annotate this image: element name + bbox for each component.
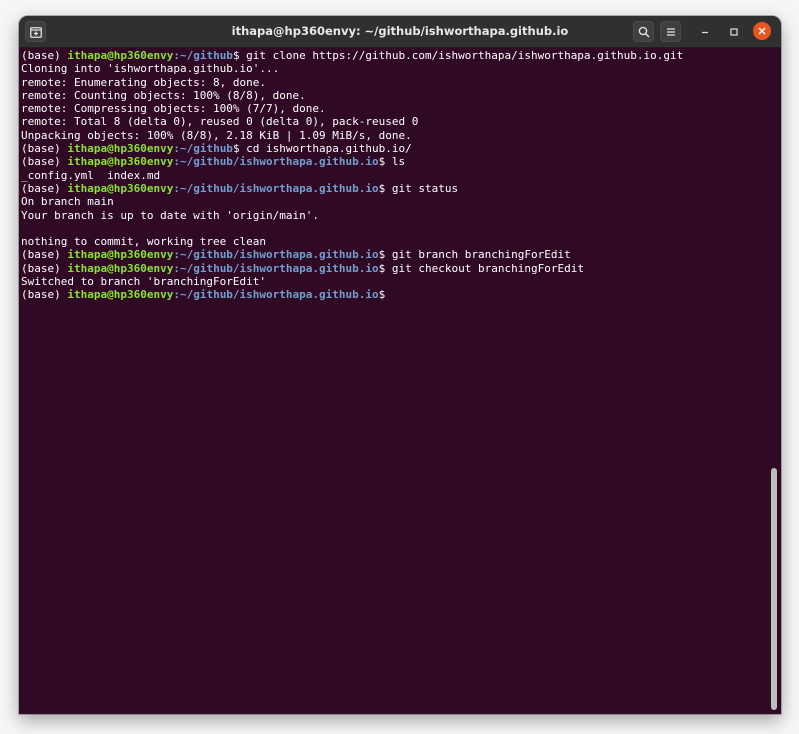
- menu-button[interactable]: [660, 21, 681, 42]
- prompt-path: ~/github/ishworthapa.github.io: [179, 181, 379, 195]
- maximize-icon: [729, 27, 738, 36]
- prompt-path: ~/github/ishworthapa.github.io: [179, 155, 379, 169]
- prompt-path: ~/github: [179, 142, 233, 156]
- prompt-user-host: ithapa@hp360envy: [67, 181, 174, 195]
- prompt-line: (base) ithapa@hp360envy:~/github/ishwort…: [21, 248, 781, 261]
- output-line: On branch main: [21, 195, 114, 209]
- close-icon: [758, 27, 766, 35]
- prompt-command: $ git branch branchingForEdit: [378, 248, 571, 262]
- prompt-line: (base) ithapa@hp360envy:~/github/ishwort…: [21, 155, 781, 168]
- output-line: Switched to branch 'branchingForEdit': [21, 275, 267, 289]
- prompt-prefix: (base): [21, 155, 68, 169]
- prompt-separator: :: [173, 288, 180, 302]
- prompt-prefix: (base): [21, 142, 68, 156]
- prompt-prefix: (base): [21, 181, 68, 195]
- close-button[interactable]: [753, 22, 771, 40]
- prompt-user-host: ithapa@hp360envy: [67, 49, 174, 62]
- prompt-path: ~/github/ishworthapa.github.io: [179, 248, 379, 262]
- prompt-separator: :: [173, 142, 180, 156]
- prompt-prefix: (base): [21, 288, 68, 302]
- search-button[interactable]: [633, 21, 654, 42]
- new-tab-button[interactable]: [25, 21, 46, 42]
- output-line: remote: Compressing objects: 100% (7/7),…: [21, 102, 326, 116]
- terminal-output[interactable]: (base) ithapa@hp360envy:~/github$ git cl…: [19, 48, 781, 714]
- prompt-user-host: ithapa@hp360envy: [67, 288, 174, 302]
- output-line: _config.yml index.md: [21, 168, 161, 182]
- prompt-separator: :: [173, 155, 180, 169]
- prompt-path: ~/github/ishworthapa.github.io: [179, 261, 379, 275]
- prompt-line: (base) ithapa@hp360envy:~/github$ git cl…: [21, 49, 781, 62]
- minimize-icon: [701, 31, 708, 33]
- output-line: remote: Enumerating objects: 8, done.: [21, 75, 267, 89]
- prompt-path: ~/github: [179, 49, 233, 62]
- prompt-command: $ git status: [378, 181, 459, 195]
- output-line: Unpacking objects: 100% (8/8), 2.18 KiB …: [21, 128, 412, 142]
- prompt-path: ~/github/ishworthapa.github.io: [179, 288, 379, 302]
- maximize-button[interactable]: [723, 21, 744, 42]
- output-line: Your branch is up to date with 'origin/m…: [21, 208, 320, 222]
- prompt-command: $ cd ishworthapa.github.io/: [232, 142, 412, 156]
- output-line: remote: Total 8 (delta 0), reused 0 (del…: [21, 115, 419, 129]
- prompt-line: (base) ithapa@hp360envy:~/github/ishwort…: [21, 262, 781, 275]
- search-icon: [638, 26, 650, 38]
- prompt-user-host: ithapa@hp360envy: [67, 248, 174, 262]
- title-bar[interactable]: ithapa@hp360envy: ~/github/ishworthapa.g…: [19, 16, 781, 48]
- new-tab-icon: [29, 26, 42, 38]
- minimize-button[interactable]: [694, 21, 715, 42]
- prompt-user-host: ithapa@hp360envy: [67, 261, 174, 275]
- prompt-separator: :: [173, 49, 180, 62]
- prompt-command: $ ls: [378, 155, 406, 169]
- output-line: nothing to commit, working tree clean: [21, 235, 267, 249]
- prompt-prefix: (base): [21, 261, 68, 275]
- prompt-user-host: ithapa@hp360envy: [67, 142, 174, 156]
- prompt-separator: :: [173, 181, 180, 195]
- terminal-window: ithapa@hp360envy: ~/github/ishworthapa.g…: [19, 16, 781, 714]
- output-line: remote: Counting objects: 100% (8/8), do…: [21, 88, 306, 102]
- prompt-separator: :: [173, 261, 180, 275]
- prompt-command: $ git clone https://github.com/ishwortha…: [232, 49, 684, 62]
- prompt-user-host: ithapa@hp360envy: [67, 155, 174, 169]
- prompt-separator: :: [173, 248, 180, 262]
- output-line: Cloning into 'ishworthapa.github.io'...: [21, 62, 280, 76]
- hamburger-menu-icon: [666, 27, 675, 36]
- prompt-prefix: (base): [21, 49, 68, 62]
- prompt-prefix: (base): [21, 248, 68, 262]
- prompt-line: (base) ithapa@hp360envy:~/github$ cd ish…: [21, 142, 781, 155]
- prompt-line: (base) ithapa@hp360envy:~/github/ishwort…: [21, 182, 781, 195]
- prompt-command: $ git checkout branchingForEdit: [378, 261, 584, 275]
- scrollbar[interactable]: [771, 468, 777, 710]
- prompt-command: $: [378, 288, 392, 302]
- prompt-line: (base) ithapa@hp360envy:~/github/ishwort…: [21, 288, 781, 301]
